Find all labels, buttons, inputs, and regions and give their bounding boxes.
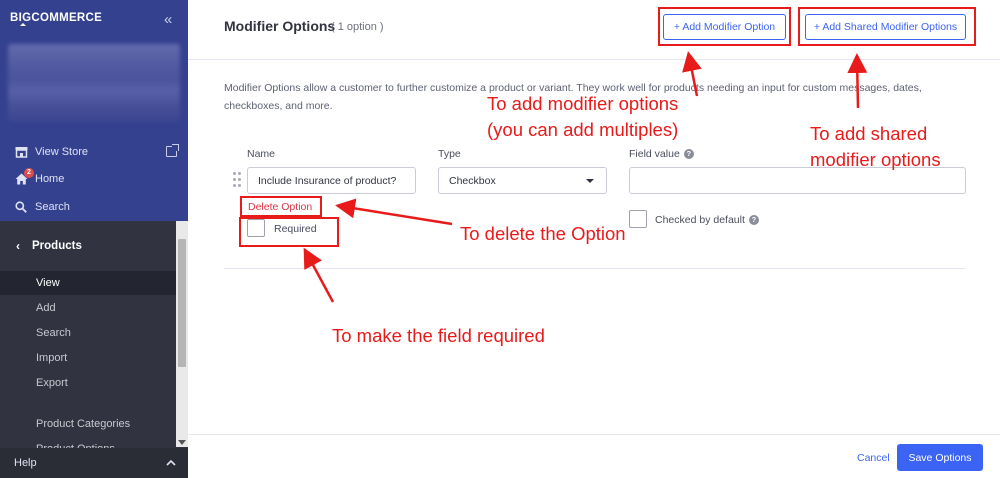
sidebar-item-import[interactable]: Import: [0, 346, 176, 370]
page-root: BIGCOMMERCE « View Store Home 2 Search ‹…: [0, 0, 1000, 478]
sidebar-section-products[interactable]: ‹ Products: [0, 232, 176, 260]
checked-by-default-text: Checked by default: [655, 214, 745, 226]
sidebar-item-add[interactable]: Add: [0, 296, 176, 320]
highlight-box-required: [239, 217, 339, 247]
column-label-field-value: Field value?: [629, 148, 694, 160]
annotation-add-shared-line2: modifier options: [810, 149, 941, 170]
sidebar-header: BIGCOMMERCE « View Store Home 2 Search: [0, 0, 188, 221]
scroll-down-arrow-icon[interactable]: [178, 440, 186, 445]
help-label: Help: [14, 457, 37, 469]
section-label: Products: [32, 240, 82, 252]
column-label-type: Type: [438, 148, 461, 160]
sidebar-link-label: Search: [35, 201, 70, 213]
help-icon[interactable]: ?: [748, 215, 759, 226]
drag-handle-icon[interactable]: [233, 172, 241, 188]
sidebar-item-search[interactable]: Search: [0, 321, 176, 345]
external-link-icon[interactable]: [166, 144, 179, 157]
collapse-sidebar-icon[interactable]: «: [164, 11, 172, 28]
help-bar[interactable]: Help: [0, 448, 188, 478]
option-type-value: Checkbox: [449, 174, 496, 187]
option-type-select[interactable]: Checkbox: [438, 167, 607, 194]
option-count: ( 1 option ): [331, 21, 384, 33]
checked-by-default-checkbox[interactable]: [629, 210, 647, 228]
highlight-box-add-modifier: [658, 7, 791, 46]
sidebar-item-view[interactable]: View: [0, 271, 176, 295]
storefront-icon: [14, 145, 28, 159]
store-info-blurred: [8, 44, 180, 122]
sidebar-link-label: Home: [35, 173, 65, 185]
cancel-button[interactable]: Cancel: [857, 452, 890, 464]
sidebar-link-label: View Store: [35, 146, 88, 158]
field-value-label-text: Field value: [629, 148, 680, 160]
chevron-up-icon: [166, 457, 176, 469]
chevron-left-icon: ‹: [16, 239, 20, 253]
sidebar-link-search[interactable]: Search: [14, 197, 70, 217]
search-icon: [14, 200, 28, 214]
checked-by-default-label: Checked by default?: [655, 214, 759, 226]
option-name-input[interactable]: Include Insurance of product?: [247, 167, 416, 194]
sidebar: BIGCOMMERCE « View Store Home 2 Search ‹…: [0, 0, 188, 478]
highlight-box-delete: [240, 196, 322, 217]
scrollbar-thumb[interactable]: [178, 239, 186, 367]
save-options-button[interactable]: Save Options: [897, 444, 983, 471]
sidebar-link-view-store[interactable]: View Store: [14, 142, 88, 162]
help-icon[interactable]: ?: [683, 149, 694, 160]
annotation-delete: To delete the Option: [460, 223, 626, 244]
annotation-required: To make the field required: [332, 325, 545, 346]
annotation-add-modifier-line1: To add modifier options: [487, 93, 679, 114]
logo-caret-icon: [20, 23, 26, 26]
sidebar-item-product-categories[interactable]: Product Categories: [0, 412, 176, 436]
notification-badge: 2: [24, 168, 34, 178]
dropdown-arrow-icon: [586, 179, 594, 183]
annotation-add-shared-line1: To add shared: [810, 123, 928, 144]
option-divider: [224, 268, 965, 269]
header-divider: [188, 59, 1000, 60]
sidebar-item-export[interactable]: Export: [0, 371, 176, 395]
footer-bar: Cancel Save Options: [188, 434, 1000, 478]
highlight-box-add-shared: [798, 7, 976, 46]
page-title: Modifier Options: [224, 18, 336, 34]
column-label-name: Name: [247, 148, 276, 160]
sidebar-link-home[interactable]: Home: [14, 169, 64, 189]
sidebar-scrollbar[interactable]: [176, 221, 188, 447]
annotation-add-modifier-line2: (you can add multiples): [487, 119, 679, 140]
